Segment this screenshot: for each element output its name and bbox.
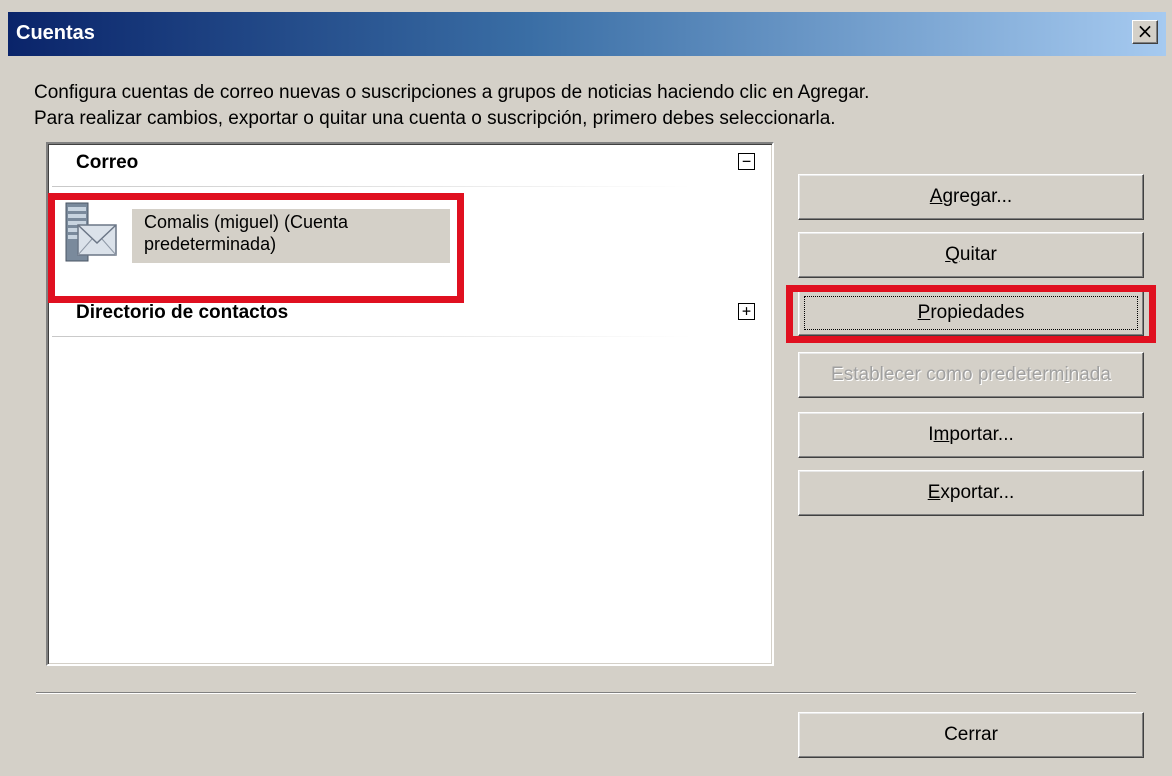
set-default-button[interactable]: Establecer como predeterminada <box>798 352 1144 398</box>
account-name-line-1: Comalis (miguel) (Cuenta <box>144 212 349 232</box>
group-label-correo: Correo <box>76 152 139 173</box>
mail-server-icon <box>65 202 117 262</box>
group-divider <box>52 336 692 337</box>
instructions-line-1: Configura cuentas de correo nuevas o sus… <box>34 82 870 103</box>
list-item-account[interactable]: Comalis (miguel) (Cuenta predeterminada) <box>60 199 450 263</box>
instructions: Configura cuentas de correo nuevas o sus… <box>34 80 1134 132</box>
properties-button-mnemonic: P <box>917 302 931 323</box>
window-title: Cuentas <box>16 22 95 44</box>
set-default-button-label-pre: Establecer como predeterm <box>831 364 1065 385</box>
import-button-label: portar... <box>949 424 1014 445</box>
accounts-list[interactable]: Correo − Comalis (miguel) (Cuenta predet… <box>46 142 774 666</box>
properties-button-label: ropiedades <box>930 302 1025 323</box>
export-button[interactable]: Exportar... <box>798 470 1144 516</box>
instructions-line-2: Para realizar cambios, exportar o quitar… <box>34 108 836 129</box>
group-header-directorio[interactable]: Directorio de contactos <box>76 302 746 324</box>
account-name-line-2: predeterminada) <box>144 234 277 254</box>
title-bar[interactable]: Cuentas × <box>8 12 1166 56</box>
add-button-mnemonic: A <box>929 186 943 207</box>
close-dialog-button[interactable]: Cerrar <box>798 712 1144 758</box>
close-button[interactable]: × <box>1132 20 1158 44</box>
remove-button-mnemonic: Q <box>945 244 960 265</box>
import-button-mnemonic: m <box>933 424 950 445</box>
expand-icon[interactable]: + <box>738 303 755 320</box>
group-divider <box>52 186 692 187</box>
close-icon: × <box>1136 19 1154 43</box>
properties-button[interactable]: Propiedades <box>798 290 1144 336</box>
footer-divider <box>36 692 1136 694</box>
remove-button[interactable]: Quitar <box>798 232 1144 278</box>
export-button-label: xportar... <box>940 482 1015 503</box>
accounts-dialog: Cuentas × Configura cuentas de correo nu… <box>0 0 1172 776</box>
group-label-directorio: Directorio de contactos <box>76 302 289 323</box>
remove-button-label: uitar <box>959 244 997 265</box>
set-default-button-label: nada <box>1068 364 1111 385</box>
import-button[interactable]: Importar... <box>798 412 1144 458</box>
export-button-mnemonic: E <box>927 482 941 503</box>
add-button-label: gregar... <box>942 186 1013 207</box>
close-dialog-button-label: Cerrar <box>944 724 998 745</box>
group-header-correo[interactable]: Correo <box>76 152 746 174</box>
account-name: Comalis (miguel) (Cuenta predeterminada) <box>144 211 444 255</box>
collapse-icon[interactable]: − <box>738 153 755 170</box>
add-button[interactable]: Agregar... <box>798 174 1144 220</box>
